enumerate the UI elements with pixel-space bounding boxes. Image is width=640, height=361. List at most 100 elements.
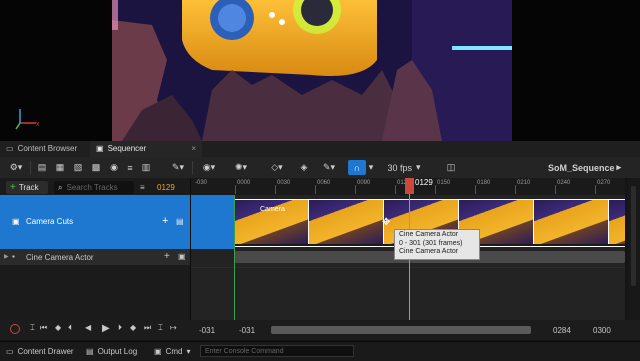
loop-icon[interactable]: ↦ xyxy=(170,323,177,332)
camera-section-label: Camera xyxy=(260,206,285,213)
level-viewport[interactable]: x xyxy=(0,0,640,141)
search-tracks-input[interactable]: ⌕ Search Tracks xyxy=(54,181,134,194)
console-command-input[interactable]: Enter Console Command xyxy=(200,345,354,357)
play-reverse-icon[interactable]: ◀ xyxy=(85,323,91,332)
eye-icon[interactable]: ◉▾ xyxy=(198,160,220,175)
ruler-label: 0150 xyxy=(437,180,451,186)
ruler-tick xyxy=(315,185,316,194)
content-drawer-label: Content Drawer xyxy=(17,347,74,356)
ruler-tick xyxy=(395,185,396,194)
camera-icon[interactable]: ▩ xyxy=(90,160,102,175)
play-icon[interactable]: ▶ xyxy=(102,323,110,334)
camera-cuts-icon: ▣ xyxy=(12,217,20,226)
step-back-icon[interactable]: ⏴ xyxy=(68,323,72,333)
tab-content-browser[interactable]: ▭ Content Browser xyxy=(0,141,83,157)
camera-thumbnail xyxy=(309,200,384,244)
output-log-button[interactable]: ▤ Output Log xyxy=(86,342,137,361)
expand-chevron-icon[interactable]: ▶ xyxy=(4,253,9,260)
cmd-dropdown[interactable]: ▣ Cmd ▾ xyxy=(154,342,190,361)
camera-actor-icon: ▪ xyxy=(12,252,15,261)
move-cursor-icon: ✥ xyxy=(382,217,391,228)
scrollbar-thumb[interactable] xyxy=(631,186,636,286)
list-icon[interactable]: ≡ xyxy=(124,160,136,175)
add-track-label: Track xyxy=(18,183,39,192)
axis-gizmo-icon: x xyxy=(14,105,44,135)
world-settings-icon[interactable]: ⚙▾ xyxy=(6,160,26,175)
sequencer-toolbar: ⚙▾ ▤ ▦ ▧ ▩ ◉ ≡ ▥ ✎▾ ◉▾ ✺▾ ◇▾ ◈ ✎▾ ∩ ▾ 30… xyxy=(0,157,640,179)
render-icon[interactable]: ▧ xyxy=(72,160,84,175)
camera-cuts-track[interactable]: ▣ Camera Cuts + ▤ xyxy=(0,195,190,249)
fps-dropdown[interactable]: 30 fps ▾ xyxy=(384,160,424,175)
film-add-icon[interactable]: ▦ xyxy=(54,160,66,175)
section-tooltip: Cine Camera Actor 0 - 301 (301 frames) C… xyxy=(394,229,480,260)
viewport-scene-image xyxy=(112,0,512,141)
folder-icon: ▭ xyxy=(6,144,14,153)
record-button-icon[interactable] xyxy=(10,324,20,334)
key-mode-icon[interactable]: ◈ xyxy=(298,160,310,175)
ruler-label: 0060 xyxy=(317,180,331,186)
view-end-field[interactable]: 0300 xyxy=(593,326,611,335)
ruler-label: 0240 xyxy=(557,180,571,186)
output-log-label: Output Log xyxy=(97,347,138,356)
filter-icon[interactable]: ≡ xyxy=(140,181,150,194)
snap-magnet-icon[interactable]: ∩ xyxy=(348,160,366,175)
cine-camera-actor-track[interactable]: ▶ ▪ Cine Camera Actor + ▣ xyxy=(0,249,190,265)
tab-close-icon[interactable]: × xyxy=(191,141,196,157)
wrench-icon[interactable]: ✎▾ xyxy=(168,160,188,175)
panel-tab-bar: ▭ Content Browser ▣ Sequencer × xyxy=(0,141,640,158)
sequence-name-label: SoM_Sequence xyxy=(548,162,615,173)
ruler-tick xyxy=(475,185,476,194)
fps-label: 30 fps xyxy=(387,162,412,173)
tooltip-line: Cine Camera Actor xyxy=(399,231,459,238)
add-camera-cut-plus-icon[interactable]: + xyxy=(162,215,168,227)
ruler-label: 0090 xyxy=(357,180,371,186)
set-end-icon[interactable]: ⌶ xyxy=(158,323,163,333)
ruler-tick xyxy=(595,185,596,194)
prev-key-icon[interactable]: ◆ xyxy=(55,323,61,332)
toolbar-separator xyxy=(192,161,193,174)
camera-thumbnail xyxy=(534,200,609,244)
ruler-tick xyxy=(515,185,516,194)
ruler-label: 0180 xyxy=(477,180,491,186)
view-start-field[interactable]: -031 xyxy=(199,326,215,335)
record-icon[interactable]: ◉ xyxy=(108,160,120,175)
camera-actor-options-icon[interactable]: ▣ xyxy=(178,252,186,261)
step-forward-icon[interactable]: ⏵ xyxy=(118,323,122,333)
ruler-tick xyxy=(275,185,276,194)
tooltip-line: Cine Camera Actor xyxy=(399,248,459,255)
pencil-icon[interactable]: ✎▾ xyxy=(318,160,340,175)
ruler-label: -030 xyxy=(195,180,208,186)
export-icon[interactable]: ▥ xyxy=(140,160,152,175)
snap-dropdown-icon[interactable]: ▾ xyxy=(366,160,376,175)
cmd-label: Cmd xyxy=(165,347,183,356)
add-track-plus-icon[interactable]: + xyxy=(164,251,170,262)
playback-start-marker xyxy=(234,195,235,320)
tab-sequencer-label: Sequencer xyxy=(107,144,147,153)
next-key-icon[interactable]: ◆ xyxy=(130,323,136,332)
save-icon[interactable]: ▤ xyxy=(36,160,48,175)
search-tracks-placeholder: Search Tracks xyxy=(66,183,118,192)
camera-cuts-label: Camera Cuts xyxy=(26,217,74,226)
working-start-field[interactable]: -031 xyxy=(239,326,255,335)
vertical-scrollbar[interactable] xyxy=(628,178,640,320)
add-track-button[interactable]: + Track xyxy=(6,181,48,194)
sequence-name-dropdown[interactable]: SoM_Sequence ▸ xyxy=(548,160,621,175)
film-icon: ▣ xyxy=(96,144,104,153)
set-start-icon[interactable]: ⌶ xyxy=(30,323,35,333)
ruler-label: 0000 xyxy=(237,180,251,186)
range-scrub-bar[interactable] xyxy=(271,326,531,334)
playback-settings-icon[interactable]: ✺▾ xyxy=(230,160,252,175)
ruler-tick xyxy=(235,185,236,194)
tab-sequencer[interactable]: ▣ Sequencer × xyxy=(90,141,202,157)
content-drawer-button[interactable]: ▭ Content Drawer xyxy=(6,342,74,361)
jump-start-icon[interactable]: ⏮ xyxy=(40,323,47,333)
working-end-field[interactable]: 0284 xyxy=(553,326,571,335)
current-frame-field[interactable]: 0129 xyxy=(157,181,175,194)
key-diamond-icon[interactable]: ◇▾ xyxy=(266,160,288,175)
jump-end-icon[interactable]: ⏭ xyxy=(144,323,151,333)
curve-editor-icon[interactable]: ◫ xyxy=(444,160,458,175)
playhead-handle[interactable] xyxy=(405,178,414,194)
ruler-label: 0270 xyxy=(597,180,611,186)
chevron-down-icon: ▾ xyxy=(186,347,191,356)
camera-lock-icon[interactable]: ▤ xyxy=(176,217,184,226)
